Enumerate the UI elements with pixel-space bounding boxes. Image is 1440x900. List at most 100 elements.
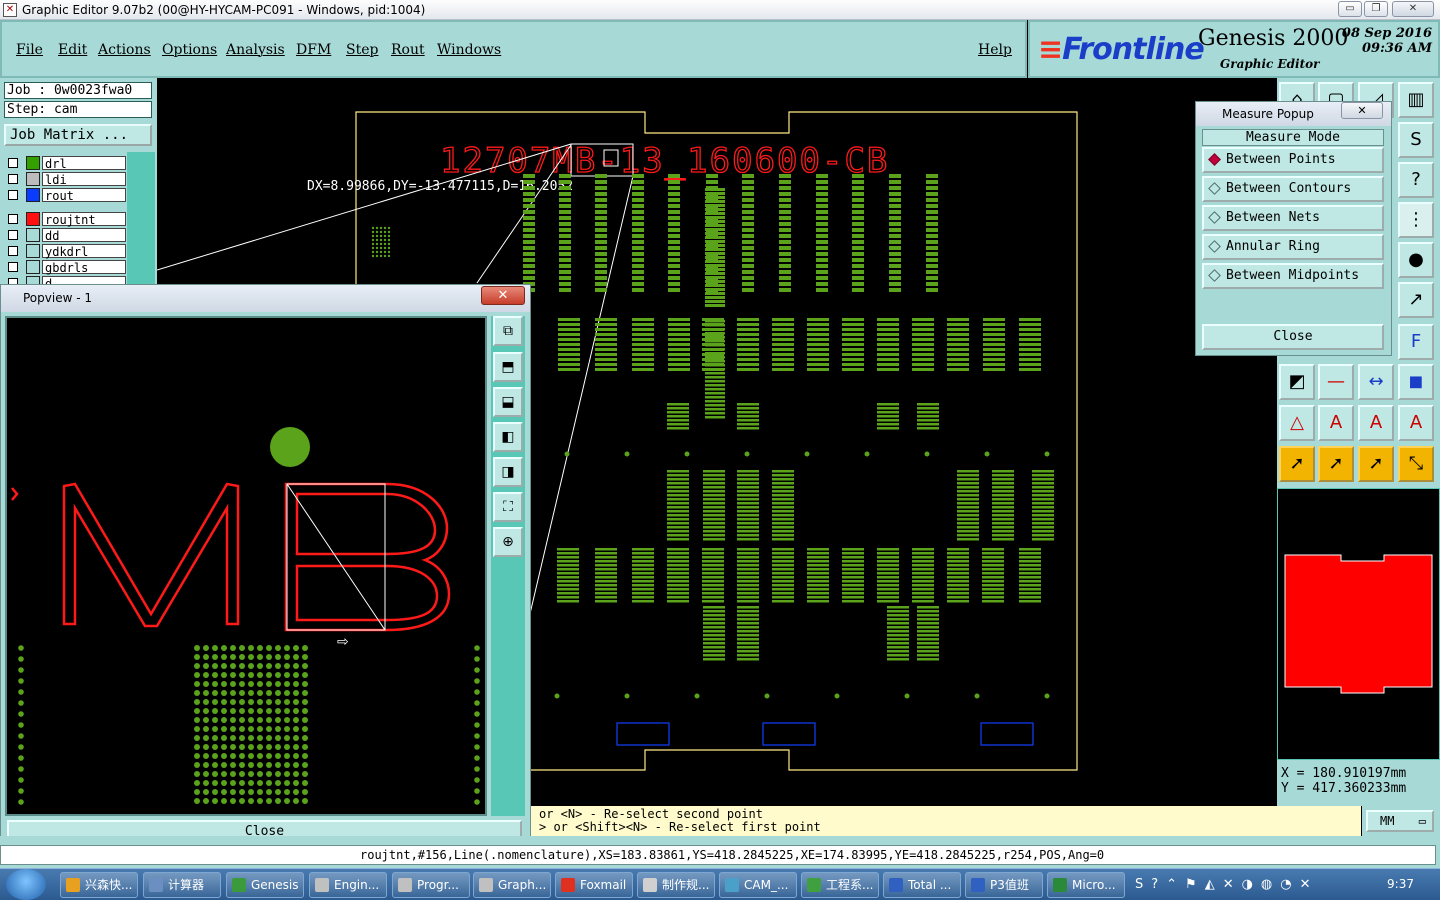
popview-canvas[interactable]: ⇨	[5, 316, 487, 816]
option-annular-ring[interactable]: Annular Ring	[1202, 234, 1384, 260]
connect-icon[interactable]: ↗	[1398, 282, 1434, 318]
unit-button[interactable]: MM ▭	[1366, 810, 1434, 832]
layer-row[interactable]: dd	[4, 228, 126, 243]
pan-left-icon[interactable]: ◧	[493, 422, 523, 452]
layer-name[interactable]: ydkdrl	[42, 244, 126, 259]
layer-name[interactable]: drl	[42, 156, 126, 171]
layer-checkbox[interactable]	[8, 230, 18, 240]
taskbar-item[interactable]: Genesis	[226, 872, 304, 898]
arc-b-icon[interactable]: A	[1358, 405, 1394, 441]
pan-down-icon[interactable]: ⬓	[493, 387, 523, 417]
select-box-icon[interactable]: ◩	[1279, 364, 1315, 400]
taskbar-item[interactable]: P3值班	[965, 872, 1043, 898]
layer-color-swatch[interactable]	[26, 228, 40, 242]
layer-row[interactable]: gbdrls	[4, 260, 126, 275]
overview-map[interactable]	[1278, 489, 1439, 759]
zoom-window-icon[interactable]: ⧉	[493, 316, 523, 346]
menu-file[interactable]: File	[16, 42, 43, 58]
taskbar-item[interactable]: CAM_...	[719, 872, 797, 898]
taskbar-item[interactable]: Micro...	[1047, 872, 1125, 898]
layer-color-swatch[interactable]	[26, 172, 40, 186]
pan-right-icon[interactable]: ◨	[493, 457, 523, 487]
menu-dfm[interactable]: DFM	[296, 42, 331, 58]
layer-name[interactable]: roujtnt	[42, 212, 126, 227]
pad	[772, 596, 794, 599]
close-window-button[interactable]: ✕	[1392, 1, 1434, 17]
menu-options[interactable]: Options	[162, 42, 217, 58]
option-between-contours[interactable]: Between Contours	[1202, 176, 1384, 202]
layer-color-swatch[interactable]	[26, 260, 40, 274]
menu-edit[interactable]: Edit	[58, 42, 87, 58]
layer-checkbox[interactable]	[8, 214, 18, 224]
distance-icon[interactable]: ↔	[1358, 364, 1394, 400]
menu-rout[interactable]: Rout	[391, 42, 425, 58]
pointer-icon[interactable]: ➚	[1279, 446, 1315, 482]
taskbar-item[interactable]: Foxmail	[555, 872, 633, 898]
arc-a-icon[interactable]: A	[1318, 405, 1354, 441]
start-button[interactable]	[6, 869, 46, 900]
taskbar-item[interactable]: Total ...	[883, 872, 961, 898]
arc-c-icon[interactable]: A	[1398, 405, 1434, 441]
step-field[interactable]: Step: cam	[4, 101, 152, 118]
layer-row[interactable]: ldi	[4, 172, 126, 187]
option-between-midpoints[interactable]: Between Midpoints	[1202, 263, 1384, 289]
layer-name[interactable]: dd	[42, 228, 126, 243]
maximize-button[interactable]: ❐	[1364, 1, 1388, 17]
taskbar-item[interactable]: 制作规...	[637, 872, 715, 898]
measure-popup-close-x[interactable]: ✕	[1341, 102, 1383, 119]
layout-icon[interactable]: ▥	[1398, 82, 1434, 118]
menu-step[interactable]: Step	[346, 42, 378, 58]
menu-windows[interactable]: Windows	[437, 42, 501, 58]
layer-name[interactable]: rout	[42, 188, 126, 203]
popview-close-x-button[interactable]: ✕	[481, 286, 525, 305]
pad-icon[interactable]: ●	[1398, 242, 1434, 278]
layer-color-swatch[interactable]	[26, 212, 40, 226]
snap-icon[interactable]: S	[1398, 122, 1434, 158]
taskbar-item[interactable]: Graph...	[473, 872, 551, 898]
pointer-select-icon[interactable]: ➚	[1318, 446, 1354, 482]
menu-analysis[interactable]: Analysis	[226, 42, 285, 58]
layer-row[interactable]: ydkdrl	[4, 244, 126, 259]
taskbar-item[interactable]: Engin...	[309, 872, 387, 898]
layer-row[interactable]: roujtnt	[4, 212, 126, 227]
layer-checkbox[interactable]	[8, 246, 18, 256]
layer-row[interactable]: drl	[4, 156, 126, 171]
layer-checkbox[interactable]	[8, 190, 18, 200]
layer-color-swatch[interactable]	[26, 188, 40, 202]
pan-up-icon[interactable]: ⬒	[493, 352, 523, 382]
layer-checkbox[interactable]	[8, 174, 18, 184]
system-tray[interactable]: S?⌃⚑◭✕◑◍◔✕	[1135, 877, 1375, 893]
zoom-fit-icon[interactable]: ⛶	[493, 492, 523, 522]
layer-checkbox[interactable]	[8, 262, 18, 272]
layer-color-swatch[interactable]	[26, 156, 40, 170]
layer-checkbox[interactable]	[8, 158, 18, 168]
popview-graphics[interactable]: ⇨	[7, 318, 485, 814]
help-icon[interactable]: ?	[1398, 162, 1434, 198]
layer-name[interactable]: gbdrls	[42, 260, 126, 275]
menu-help[interactable]: Help	[978, 42, 1012, 58]
taskbar-item[interactable]: Progr...	[392, 872, 470, 898]
job-field[interactable]: Job : 0w0023fwa0	[4, 82, 152, 99]
pointer-move-icon[interactable]: ➚	[1358, 446, 1394, 482]
job-matrix-button[interactable]: Job Matrix ...	[4, 124, 152, 146]
zoom-center-icon[interactable]: ⊕	[493, 527, 523, 557]
triangle-icon[interactable]: △	[1279, 405, 1315, 441]
board-overview[interactable]	[1277, 488, 1440, 760]
group-icon[interactable]: ◼	[1398, 364, 1434, 400]
taskbar-item[interactable]: 计算器	[143, 872, 221, 898]
layer-scroll-strip[interactable]	[127, 152, 155, 288]
taskbar-item[interactable]: 兴森快...	[60, 872, 138, 898]
menu-actions[interactable]: Actions	[98, 42, 151, 58]
feature-icon[interactable]: F	[1398, 324, 1434, 360]
layer-name[interactable]: ldi	[42, 172, 126, 187]
layer-row[interactable]: rout	[4, 188, 126, 203]
layer-color-swatch[interactable]	[26, 244, 40, 258]
measure-icon[interactable]: ⋮	[1398, 202, 1434, 238]
line-icon[interactable]: —	[1318, 364, 1354, 400]
option-between-nets[interactable]: Between Nets	[1202, 205, 1384, 231]
minimize-button[interactable]: ▭	[1338, 1, 1362, 17]
option-between-points[interactable]: Between Points	[1202, 147, 1384, 173]
measure-close-button[interactable]: Close	[1202, 324, 1384, 350]
route-icon[interactable]: ⤡	[1398, 446, 1434, 482]
taskbar-item[interactable]: 工程系...	[801, 872, 879, 898]
